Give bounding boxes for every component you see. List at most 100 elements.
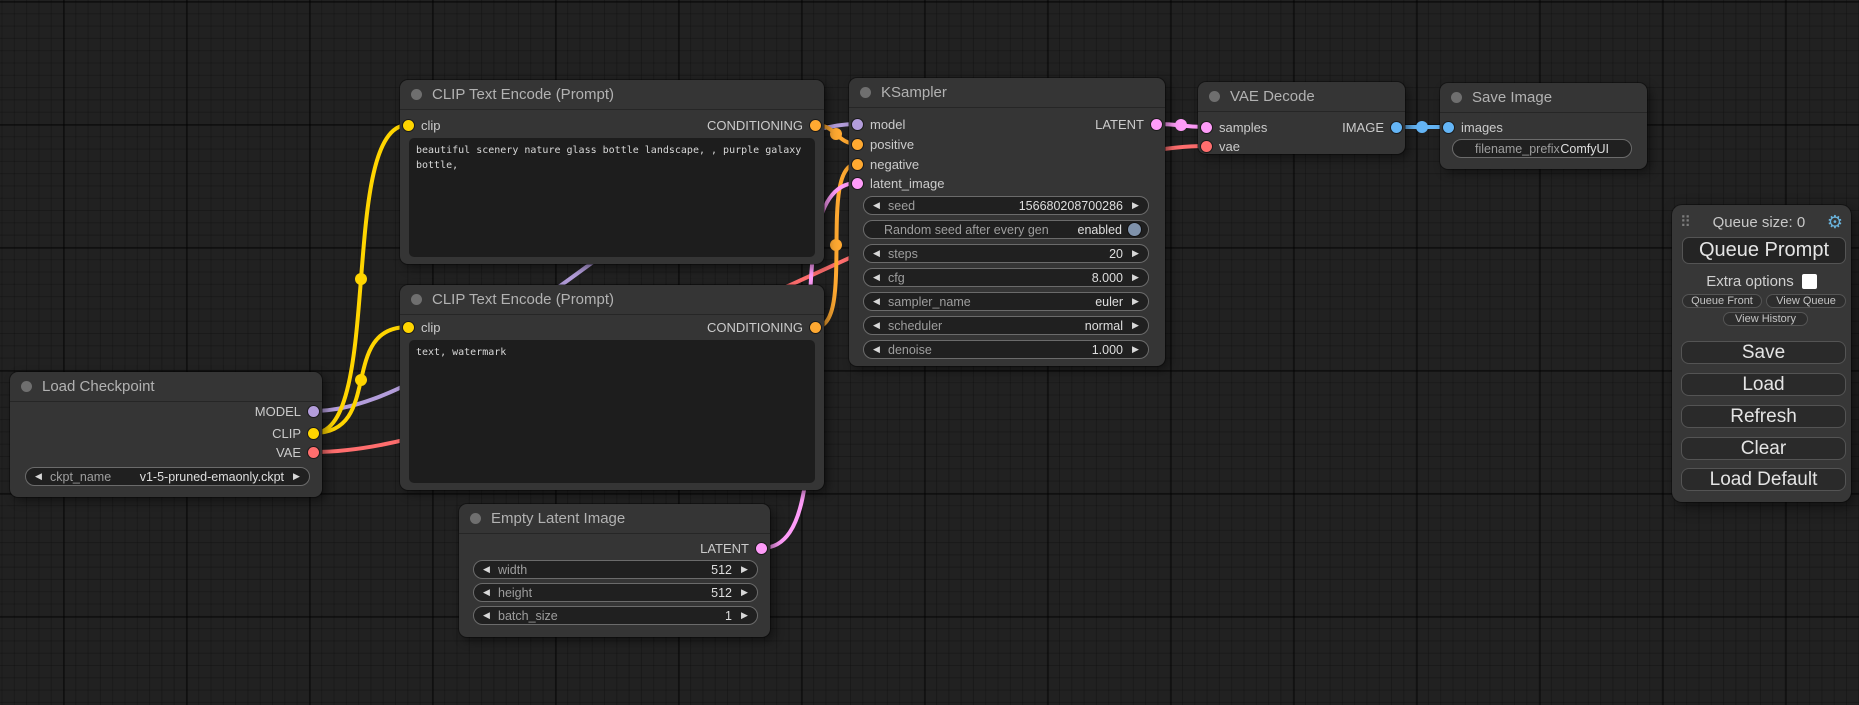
cfg-widget[interactable]: ◀ cfg 8.000 ▶ [863, 268, 1149, 287]
node-title-bar[interactable]: CLIP Text Encode (Prompt) [400, 80, 824, 110]
node-title: VAE Decode [1230, 88, 1315, 105]
image-port-dot[interactable] [1443, 122, 1454, 133]
model-port-dot[interactable] [852, 119, 863, 130]
gear-icon[interactable]: ⚙ [1827, 213, 1843, 231]
collapse-dot[interactable] [1209, 91, 1220, 102]
port-label: vae [1219, 139, 1240, 154]
increment-arrow-icon[interactable]: ▶ [738, 587, 751, 598]
view-queue-button[interactable]: View Queue [1766, 294, 1846, 308]
node-title-bar[interactable]: VAE Decode [1198, 82, 1405, 112]
node-ksampler[interactable]: KSampler model positive negative latent_… [849, 78, 1165, 366]
latent-port-dot[interactable] [852, 178, 863, 189]
node-clip-text-encode-negative[interactable]: CLIP Text Encode (Prompt) clip CONDITION… [400, 285, 824, 490]
collapse-dot[interactable] [411, 294, 422, 305]
latent-port-dot[interactable] [756, 543, 767, 554]
model-port-dot[interactable] [308, 406, 319, 417]
increment-arrow-icon[interactable]: ▶ [1129, 296, 1142, 307]
increment-arrow-icon[interactable]: ▶ [1129, 344, 1142, 355]
increment-arrow-icon[interactable]: ▶ [738, 564, 751, 575]
denoise-widget[interactable]: ◀ denoise 1.000 ▶ [863, 340, 1149, 359]
increment-arrow-icon[interactable]: ▶ [1129, 320, 1142, 331]
node-title: Save Image [1472, 89, 1552, 106]
conditioning-port-dot[interactable] [810, 120, 821, 131]
random-seed-toggle-widget[interactable]: Random seed after every gen enabled [863, 220, 1149, 239]
decrement-arrow-icon[interactable]: ◀ [480, 564, 493, 575]
queue-front-button[interactable]: Queue Front [1682, 294, 1762, 308]
port-label: clip [421, 118, 441, 133]
collapse-dot[interactable] [411, 89, 422, 100]
decrement-arrow-icon[interactable]: ◀ [870, 248, 883, 259]
width-widget[interactable]: ◀ width 512 ▶ [473, 560, 758, 579]
collapse-dot[interactable] [21, 381, 32, 392]
increment-arrow-icon[interactable]: ▶ [738, 610, 751, 621]
decrement-arrow-icon[interactable]: ◀ [480, 587, 493, 598]
output-port-model: MODEL [255, 402, 319, 420]
filename-prefix-widget[interactable]: filename_prefix ComfyUI [1452, 139, 1632, 158]
collapse-dot[interactable] [860, 87, 871, 98]
decrement-arrow-icon[interactable]: ◀ [870, 200, 883, 211]
increment-arrow-icon[interactable]: ▶ [1129, 248, 1142, 259]
extra-options-checkbox[interactable] [1802, 274, 1817, 289]
sampler-name-widget[interactable]: ◀ sampler_name euler ▶ [863, 292, 1149, 311]
input-port-positive: positive [852, 135, 914, 153]
increment-arrow-icon[interactable]: ▶ [1129, 272, 1142, 283]
node-clip-text-encode-positive[interactable]: CLIP Text Encode (Prompt) clip CONDITION… [400, 80, 824, 264]
decrement-arrow-icon[interactable]: ◀ [870, 320, 883, 331]
load-default-button[interactable]: Load Default [1681, 468, 1846, 491]
seed-widget[interactable]: ◀ seed 156680208700286 ▶ [863, 196, 1149, 215]
decrement-arrow-icon[interactable]: ◀ [870, 296, 883, 307]
latent-port-dot[interactable] [1201, 122, 1212, 133]
node-graph-canvas[interactable]: Load Checkpoint MODEL CLIP VAE ◀ ckpt_na… [0, 0, 1859, 705]
ckpt-name-widget[interactable]: ◀ ckpt_name v1-5-pruned-emaonly.ckpt ▶ [25, 467, 310, 486]
increment-arrow-icon[interactable]: ▶ [290, 471, 303, 482]
save-button[interactable]: Save [1681, 341, 1846, 364]
clear-button[interactable]: Clear [1681, 437, 1846, 460]
height-widget[interactable]: ◀ height 512 ▶ [473, 583, 758, 602]
clip-port-dot[interactable] [308, 428, 319, 439]
conditioning-port-dot[interactable] [852, 159, 863, 170]
decrement-arrow-icon[interactable]: ◀ [870, 272, 883, 283]
output-port-clip: CLIP [272, 424, 319, 442]
node-title: Load Checkpoint [42, 378, 155, 395]
image-port-dot[interactable] [1391, 122, 1402, 133]
drag-handle-icon[interactable]: ⠿ [1680, 215, 1691, 230]
collapse-dot[interactable] [1451, 92, 1462, 103]
conditioning-port-dot[interactable] [852, 139, 863, 150]
scheduler-widget[interactable]: ◀ scheduler normal ▶ [863, 316, 1149, 335]
latent-port-dot[interactable] [1151, 119, 1162, 130]
node-title-bar[interactable]: KSampler [849, 78, 1165, 108]
input-port-images: images [1443, 118, 1503, 136]
node-load-checkpoint[interactable]: Load Checkpoint MODEL CLIP VAE ◀ ckpt_na… [10, 372, 322, 497]
batch-size-widget[interactable]: ◀ batch_size 1 ▶ [473, 606, 758, 625]
queue-prompt-button[interactable]: Queue Prompt [1682, 237, 1846, 264]
conditioning-port-dot[interactable] [810, 322, 821, 333]
increment-arrow-icon[interactable]: ▶ [1129, 200, 1142, 211]
clip-port-dot[interactable] [403, 322, 414, 333]
port-label: CLIP [272, 426, 301, 441]
node-title-bar[interactable]: Save Image [1440, 83, 1647, 113]
decrement-arrow-icon[interactable]: ◀ [870, 344, 883, 355]
decrement-arrow-icon[interactable]: ◀ [480, 610, 493, 621]
steps-widget[interactable]: ◀ steps 20 ▶ [863, 244, 1149, 263]
positive-prompt-textarea[interactable]: beautiful scenery nature glass bottle la… [409, 138, 815, 257]
node-title: CLIP Text Encode (Prompt) [432, 291, 614, 308]
toggle-knob-icon[interactable] [1128, 223, 1141, 236]
decrement-arrow-icon[interactable]: ◀ [32, 471, 45, 482]
negative-prompt-textarea[interactable]: text, watermark [409, 340, 815, 483]
input-port-clip: clip [403, 116, 441, 134]
node-save-image[interactable]: Save Image images filename_prefix ComfyU… [1440, 83, 1647, 169]
node-title-bar[interactable]: CLIP Text Encode (Prompt) [400, 285, 824, 315]
port-label: CONDITIONING [707, 118, 803, 133]
node-title-bar[interactable]: Empty Latent Image [459, 504, 770, 534]
collapse-dot[interactable] [470, 513, 481, 524]
node-title: CLIP Text Encode (Prompt) [432, 86, 614, 103]
view-history-button[interactable]: View History [1723, 312, 1808, 326]
node-title-bar[interactable]: Load Checkpoint [10, 372, 322, 402]
vae-port-dot[interactable] [1201, 141, 1212, 152]
refresh-button[interactable]: Refresh [1681, 405, 1846, 428]
clip-port-dot[interactable] [403, 120, 414, 131]
vae-port-dot[interactable] [308, 447, 319, 458]
node-vae-decode[interactable]: VAE Decode samples vae IMAGE [1198, 82, 1405, 154]
load-button[interactable]: Load [1681, 373, 1846, 396]
node-empty-latent-image[interactable]: Empty Latent Image LATENT ◀ width 512 ▶ … [459, 504, 770, 637]
